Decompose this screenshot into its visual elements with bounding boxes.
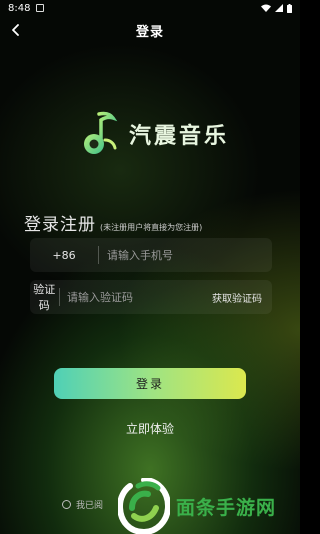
agreement-radio[interactable]: [62, 500, 71, 509]
watermark-text: 面条手游网: [176, 496, 277, 519]
watermark-logo-icon: [118, 478, 170, 534]
register-hint: (未注册用户将直接为您注册): [100, 223, 203, 232]
logo-text: 汽震音乐: [129, 124, 230, 149]
phone-field: +86: [30, 238, 272, 272]
agreement-row: 我已阅: [62, 498, 103, 511]
header: 登录: [0, 16, 300, 44]
status-left: 8:48: [8, 2, 45, 14]
chevron-left-icon: [12, 24, 19, 36]
battery-icon: [287, 3, 292, 13]
watermark: 面条手游网: [118, 478, 300, 534]
code-field: 验证码 获取验证码: [30, 280, 272, 314]
status-right: [261, 3, 292, 13]
get-code-button[interactable]: 获取验证码: [212, 290, 272, 305]
notification-icon: [36, 4, 45, 12]
agreement-text: 我已阅: [76, 501, 104, 511]
back-button[interactable]: [6, 20, 26, 40]
status-time: 8:48: [8, 2, 31, 14]
register-title: 登录注册: [24, 215, 96, 235]
country-code[interactable]: +86: [30, 249, 98, 262]
status-bar: 8:48: [0, 0, 300, 16]
try-now-link[interactable]: 立即体验: [0, 420, 300, 437]
phone-input[interactable]: [99, 248, 272, 262]
signal-icon: [275, 4, 283, 12]
login-button[interactable]: 登录: [54, 368, 246, 399]
wifi-icon: [261, 4, 271, 12]
app-logo: 汽震音乐: [79, 108, 229, 160]
music-note-logo-icon: [84, 111, 118, 154]
page-title: 登录: [135, 24, 164, 40]
code-input[interactable]: [59, 290, 212, 304]
code-label: 验证码: [33, 283, 56, 312]
register-heading: 登录注册 (未注册用户将直接为您注册): [24, 210, 202, 235]
